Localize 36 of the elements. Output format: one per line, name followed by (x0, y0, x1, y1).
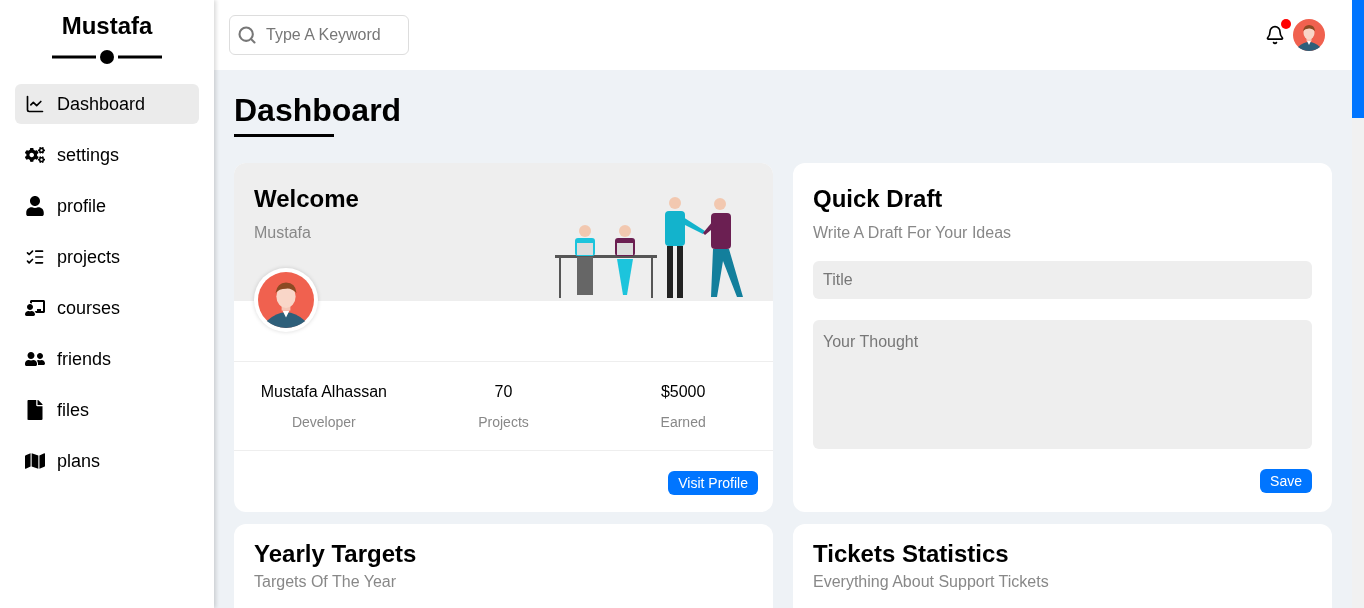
scrollbar[interactable] (1352, 0, 1364, 608)
card-subtitle: Write A Draft For Your Ideas (813, 223, 1013, 243)
card-title: Quick Draft (813, 184, 944, 214)
teacher-icon (25, 298, 45, 318)
checklist-icon (25, 247, 45, 267)
save-button[interactable]: Save (1260, 469, 1312, 493)
gears-icon (25, 145, 45, 165)
search-icon (237, 25, 257, 45)
avatar-icon (1293, 19, 1325, 51)
users-icon (25, 349, 45, 369)
card-subtitle: Targets Of The Year (254, 572, 397, 592)
chart-icon (25, 94, 45, 114)
card-title: Yearly Targets (254, 540, 418, 568)
page-title: Dashboard (234, 91, 402, 130)
stat-value: $5000 (660, 382, 706, 402)
map-icon (25, 451, 45, 471)
user-icon (25, 196, 45, 216)
welcome-subtitle: Mustafa (254, 223, 312, 243)
divider-dot-icon (52, 50, 162, 64)
sidebar-item[interactable]: Dashboard (15, 84, 199, 124)
welcome-title: Welcome (254, 184, 359, 214)
stat-label: Projects (478, 413, 529, 432)
file-icon (25, 400, 45, 420)
scrollbar-thumb[interactable] (1352, 0, 1364, 118)
stat-label: Earned (660, 413, 706, 432)
search-field[interactable]: Type A Keyword (229, 15, 409, 55)
thought-field[interactable]: Your Thought (813, 320, 1312, 449)
stat-value: Mustafa Alhassan (260, 382, 387, 402)
stat-label: Developer (291, 413, 356, 432)
notification-icon[interactable] (1265, 25, 1285, 45)
card-subtitle: Everything About Support Tickets (813, 572, 1050, 592)
stat-value: 70 (494, 382, 513, 402)
title-field[interactable]: Title (813, 261, 1312, 299)
brand-title: Mustafa (61, 11, 153, 41)
visit-profile-button[interactable]: Visit Profile (668, 471, 758, 495)
card-title: Tickets Statistics (813, 540, 1010, 568)
